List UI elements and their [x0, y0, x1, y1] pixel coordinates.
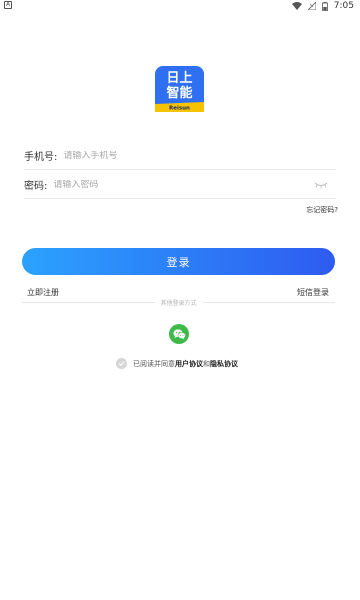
wifi-icon	[291, 2, 302, 10]
other-login-divider: 其他登录方式	[22, 297, 336, 307]
status-time: 7:05	[333, 1, 354, 11]
wechat-login-button[interactable]	[169, 324, 189, 344]
password-input[interactable]	[53, 179, 336, 190]
phone-field-row: 手机号:	[24, 142, 336, 170]
app-logo: 日上 智能 Reisun	[155, 66, 204, 112]
eye-closed-icon[interactable]	[314, 181, 328, 189]
logo-line2: 智能	[166, 85, 192, 101]
agreement-row: 已阅读并同意 用户协议 和 隐私协议	[116, 357, 238, 370]
sim-no-signal-icon	[307, 2, 316, 10]
notification-icon: A	[4, 1, 12, 9]
password-field-row: 密码:	[24, 171, 336, 199]
other-login-label: 其他登录方式	[160, 299, 197, 307]
check-icon	[118, 361, 125, 366]
agreement-checkbox[interactable]	[116, 358, 127, 369]
battery-icon	[321, 1, 328, 11]
status-bar: A 7:05	[0, 0, 360, 12]
password-label: 密码:	[24, 181, 48, 192]
forgot-password-link[interactable]: 忘记密码?	[306, 205, 338, 215]
wechat-icon	[172, 328, 186, 340]
phone-input[interactable]	[63, 150, 336, 161]
divider-line-right	[202, 301, 336, 303]
user-agreement-link[interactable]: 用户协议	[175, 359, 203, 369]
privacy-policy-link[interactable]: 隐私协议	[210, 359, 238, 369]
agreement-prefix: 已阅读并同意	[133, 359, 175, 368]
divider-line-left	[22, 301, 155, 303]
status-icons: 7:05	[291, 0, 354, 12]
agreement-conjunction: 和	[203, 359, 210, 368]
logo-line1: 日上	[166, 71, 192, 86]
phone-label: 手机号:	[24, 152, 58, 163]
logo-brand: Reisun	[169, 106, 190, 112]
login-button[interactable]: 登录	[22, 248, 335, 275]
